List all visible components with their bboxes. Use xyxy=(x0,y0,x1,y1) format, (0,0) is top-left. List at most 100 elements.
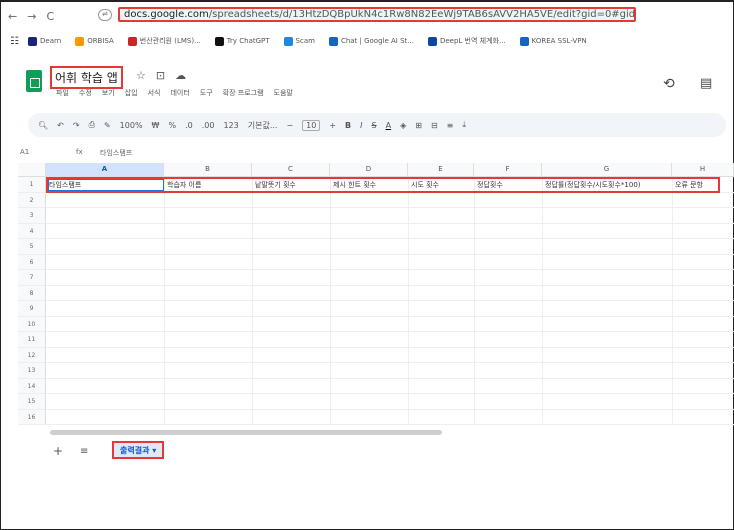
bookmark-item[interactable]: KOREA SSL-VPN xyxy=(519,36,587,46)
menu-item[interactable]: 서식 xyxy=(148,88,161,98)
apps-grid-icon[interactable]: ☷ xyxy=(10,36,19,47)
bookmark-item[interactable]: DeepL 번역 체계화... xyxy=(427,36,506,46)
column-header-h[interactable]: H xyxy=(672,163,734,177)
row-header-2[interactable]: 2 xyxy=(18,192,46,208)
menu-item[interactable]: 확장 프로그램 xyxy=(223,88,264,98)
valign-icon[interactable]: ⤓ xyxy=(462,120,466,130)
bookmark-item[interactable]: Scam xyxy=(283,36,315,46)
column-header-a[interactable]: A xyxy=(46,163,164,177)
bookmark-favicon-icon xyxy=(75,36,85,46)
percent-format-button[interactable]: % xyxy=(168,121,176,130)
row-header-14[interactable]: 14 xyxy=(18,378,46,394)
fill-color-icon[interactable]: ◈ xyxy=(400,121,406,130)
site-info-icon[interactable]: ⇌ xyxy=(98,9,112,21)
row-header-16[interactable]: 16 xyxy=(18,409,46,425)
header-cell-h[interactable]: 오류 문항 xyxy=(675,180,733,190)
cloud-status-icon[interactable]: ☁ xyxy=(175,69,186,82)
row-header-1[interactable]: 1 xyxy=(18,177,46,193)
select-all-corner[interactable] xyxy=(18,163,46,177)
bold-button[interactable]: B xyxy=(345,121,351,130)
all-sheets-button[interactable]: ≡ xyxy=(80,446,88,457)
font-size-decrease-button[interactable]: − xyxy=(286,121,293,130)
column-header-d[interactable]: D xyxy=(330,163,408,177)
header-cell-e[interactable]: 시도 횟수 xyxy=(411,180,473,190)
row-header-15[interactable]: 15 xyxy=(18,394,46,410)
menu-item[interactable]: 도움말 xyxy=(274,88,293,98)
font-family-select[interactable]: 기본값... xyxy=(248,120,278,131)
bookmark-item[interactable]: Chat | Google AI St... xyxy=(328,36,414,46)
sheet-tab-output[interactable]: 출력결과 ▾ xyxy=(112,441,165,459)
align-icon[interactable]: ≡ xyxy=(447,121,454,130)
column-header-b[interactable]: B xyxy=(164,163,252,177)
menu-item[interactable]: 파일 xyxy=(56,88,69,98)
header-cell-g[interactable]: 정답률(정답횟수/시도횟수*100) xyxy=(545,180,671,190)
text-color-button[interactable]: A xyxy=(386,121,391,130)
comments-icon[interactable]: ▤ xyxy=(700,76,712,91)
header-cell-d[interactable]: 제시 힌트 횟수 xyxy=(333,180,407,190)
header-cell-b[interactable]: 학습자 이름 xyxy=(167,180,251,190)
address-bar[interactable]: docs.google.com/spreadsheets/d/13HtzDQBp… xyxy=(118,7,636,22)
column-header-g[interactable]: G xyxy=(542,163,672,177)
bookmark-favicon-icon xyxy=(328,36,338,46)
row-header-13[interactable]: 13 xyxy=(18,363,46,379)
document-title[interactable]: 어휘 학습 앱 xyxy=(50,66,123,89)
more-formats-icon[interactable]: 123 xyxy=(223,121,238,130)
sheets-logo-icon[interactable] xyxy=(26,70,42,92)
row-header-10[interactable]: 10 xyxy=(18,316,46,332)
column-header-e[interactable]: E xyxy=(408,163,474,177)
version-history-icon[interactable]: ⟲ xyxy=(663,76,675,92)
bookmark-label: Scam xyxy=(295,37,315,45)
undo-icon[interactable]: ↶ xyxy=(57,121,64,130)
row-gridline xyxy=(46,224,734,239)
decimal-increase-icon[interactable]: .00 xyxy=(202,121,215,130)
font-size-input[interactable]: 10 xyxy=(302,119,321,131)
name-box[interactable]: A1 xyxy=(20,148,29,156)
row-header-3[interactable]: 3 xyxy=(18,208,46,224)
header-cell-c[interactable]: 낱말뜻기 횟수 xyxy=(255,180,329,190)
borders-icon[interactable]: ⊞ xyxy=(415,121,422,130)
italic-button[interactable]: I xyxy=(360,121,362,130)
menu-item[interactable]: 삽입 xyxy=(125,88,138,98)
row-header-9[interactable]: 9 xyxy=(18,301,46,317)
bookmark-item[interactable]: Dearn xyxy=(28,36,61,46)
paint-format-icon[interactable]: ✎ xyxy=(104,121,111,130)
menu-item[interactable]: 보기 xyxy=(102,88,115,98)
sheet-tab-dropdown-icon[interactable]: ▾ xyxy=(152,446,156,455)
row-header-11[interactable]: 11 xyxy=(18,332,46,348)
redo-icon[interactable]: ↷ xyxy=(73,121,80,130)
horizontal-scrollbar[interactable] xyxy=(50,430,442,435)
add-sheet-button[interactable]: + xyxy=(53,444,63,458)
search-menus-icon[interactable]: 🔍︎ xyxy=(38,121,48,130)
row-header-7[interactable]: 7 xyxy=(18,270,46,286)
bookmark-item[interactable]: Try ChatGPT xyxy=(214,36,270,46)
forward-icon[interactable]: → xyxy=(27,10,36,23)
strikethrough-button[interactable]: S xyxy=(372,121,377,130)
move-folder-icon[interactable]: ⊡ xyxy=(156,69,165,82)
formula-input[interactable]: 타임스탬프 xyxy=(100,148,132,158)
decimal-decrease-icon[interactable]: .0 xyxy=(185,121,193,130)
reload-icon[interactable]: C xyxy=(46,10,54,23)
font-size-increase-button[interactable]: + xyxy=(329,121,336,130)
zoom-select[interactable]: 100% xyxy=(120,121,143,130)
merge-cells-icon[interactable]: ⊟ xyxy=(431,121,438,130)
currency-format-button[interactable]: ₩ xyxy=(152,121,160,130)
back-icon[interactable]: ← xyxy=(8,10,17,23)
menu-item[interactable]: 데이터 xyxy=(170,88,189,98)
bookmark-favicon-icon xyxy=(427,36,437,46)
row-header-12[interactable]: 12 xyxy=(18,347,46,363)
column-header-c[interactable]: C xyxy=(252,163,330,177)
print-icon[interactable]: ⎙ xyxy=(89,120,95,130)
bookmark-item[interactable]: 번산관리원 (LMS)... xyxy=(127,36,201,46)
row-header-4[interactable]: 4 xyxy=(18,223,46,239)
menu-item[interactable]: 도구 xyxy=(200,88,213,98)
menu-item[interactable]: 수정 xyxy=(79,88,92,98)
row-header-5[interactable]: 5 xyxy=(18,239,46,255)
row-gridline xyxy=(46,317,734,332)
row-header-8[interactable]: 8 xyxy=(18,285,46,301)
bookmark-item[interactable]: ORBISA xyxy=(75,36,114,46)
header-cell-a[interactable]: 타임스탬프 xyxy=(48,179,164,191)
header-cell-f[interactable]: 정답횟수 xyxy=(477,180,541,190)
column-header-f[interactable]: F xyxy=(474,163,542,177)
star-icon[interactable]: ☆ xyxy=(136,69,146,82)
row-header-6[interactable]: 6 xyxy=(18,254,46,270)
